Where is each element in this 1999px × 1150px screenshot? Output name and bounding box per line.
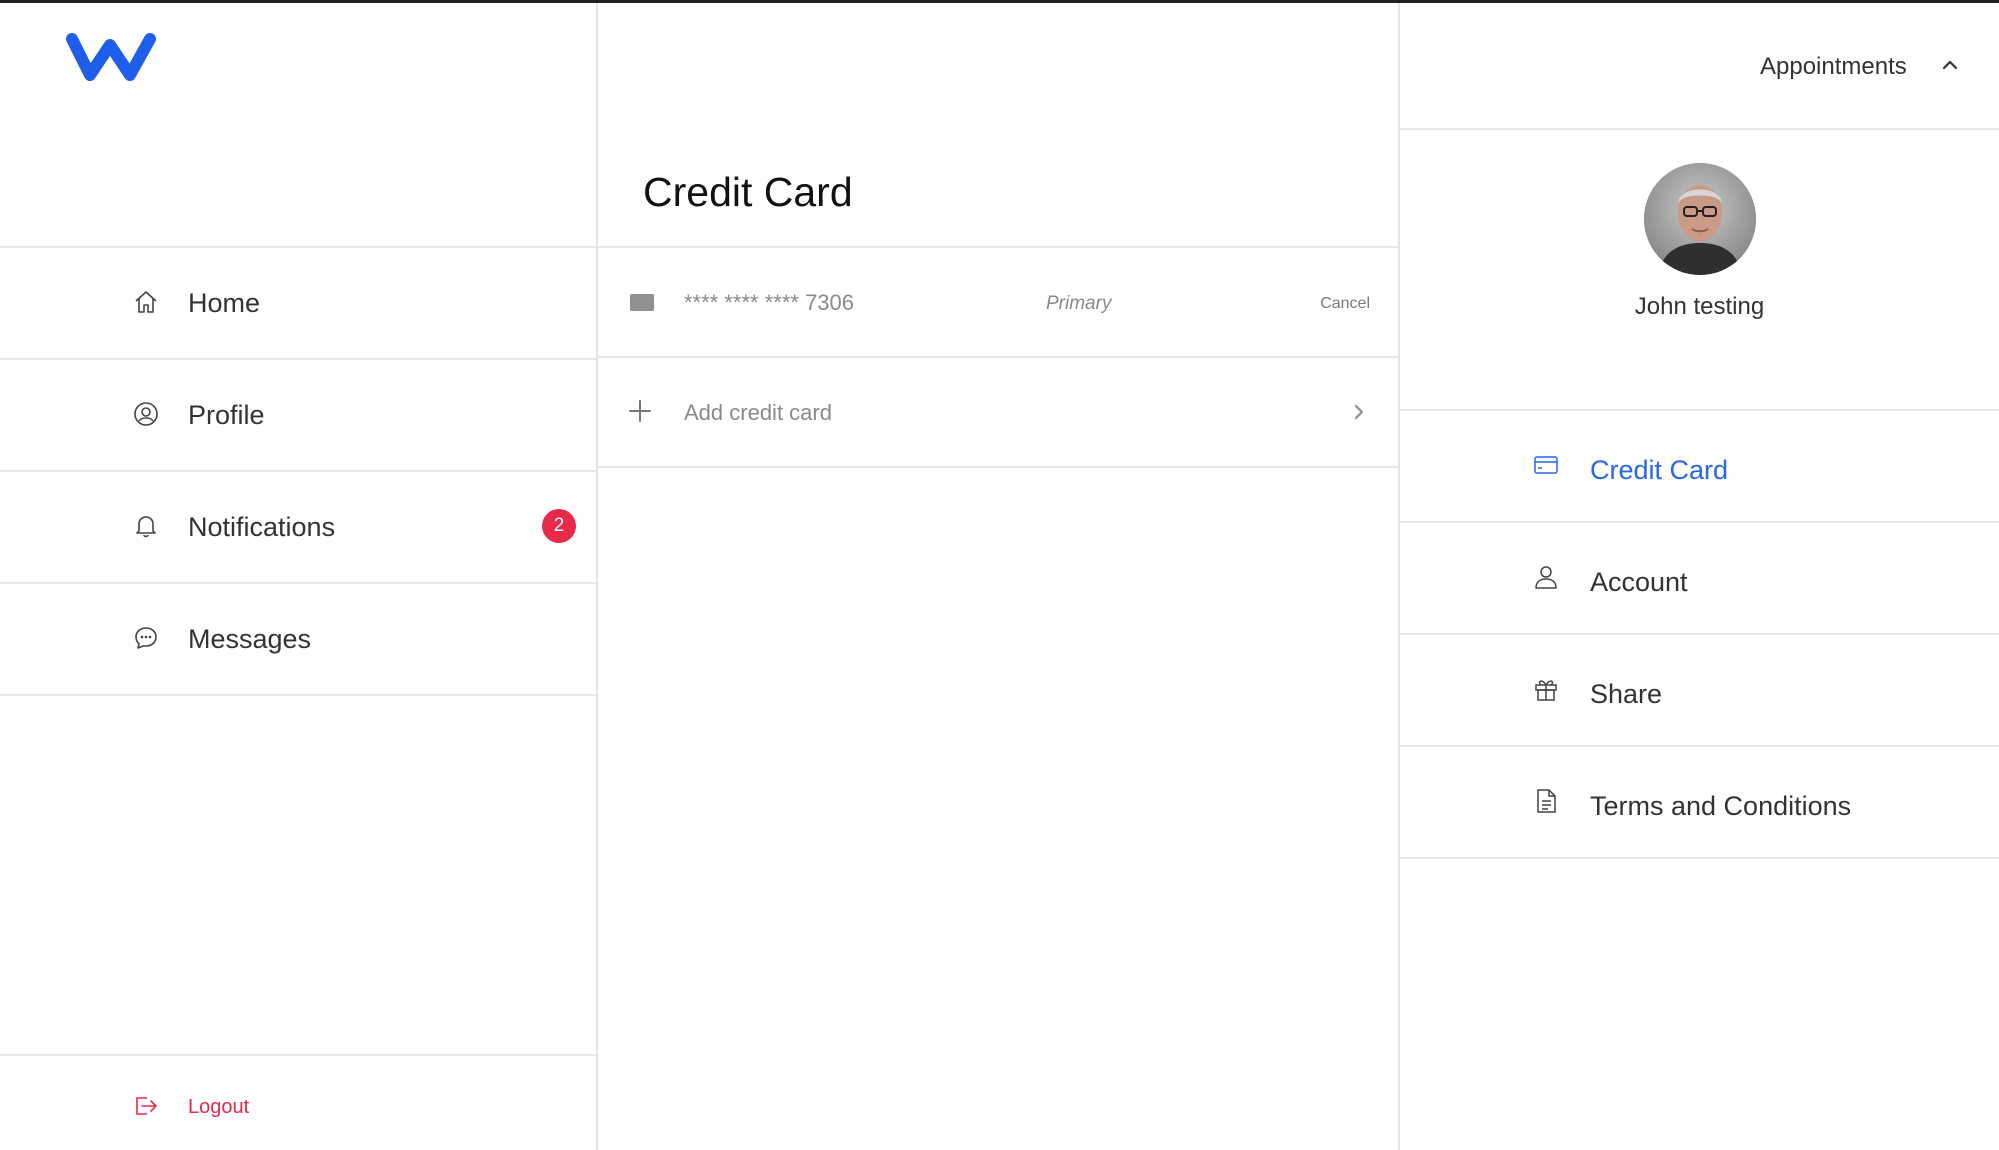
sidebar-item-notifications[interactable]: Notifications 2 (0, 472, 596, 584)
sidebar-item-label: Notifications (188, 512, 336, 542)
user-circle-icon (134, 402, 158, 426)
menu-item-share[interactable]: Share (1400, 635, 1999, 747)
plus-icon (629, 400, 651, 422)
chevron-up-icon (1942, 60, 1958, 70)
menu-item-account[interactable]: Account (1400, 523, 1999, 635)
avatar[interactable] (1644, 163, 1756, 275)
cancel-button[interactable]: Cancel (1320, 295, 1370, 313)
card-number: **** **** **** 7306 (684, 290, 855, 315)
logout-icon (136, 1097, 157, 1115)
avatar-photo-icon (1644, 163, 1756, 275)
notification-badge: 2 (542, 509, 576, 543)
sidebar-item-messages[interactable]: Messages (0, 584, 596, 696)
credit-card-icon (1534, 456, 1558, 474)
menu-item-credit-card[interactable]: Credit Card (1400, 411, 1999, 523)
logout-button[interactable]: Logout (0, 1054, 596, 1150)
appointments-label: Appointments (1760, 53, 1907, 80)
menu-item-label: Terms and Conditions (1590, 791, 1852, 821)
left-sidebar: Home Profile Notifications 2 Messages Lo… (0, 3, 598, 1150)
chat-bubble-icon (135, 627, 157, 649)
main-content: Credit Card **** **** **** 7306 Primary … (598, 3, 1400, 1150)
add-credit-card-label: Add credit card (684, 400, 832, 425)
sidebar-item-label: Profile (188, 400, 265, 430)
chevron-right-icon (1354, 404, 1364, 420)
profile-name: John testing (1634, 293, 1765, 320)
sidebar-item-home[interactable]: Home (0, 248, 596, 360)
profile-card: John testing (1400, 130, 1999, 411)
brand-w-logo[interactable] (66, 31, 156, 85)
document-icon (1537, 789, 1556, 813)
menu-item-terms[interactable]: Terms and Conditions (1400, 747, 1999, 859)
card-status: Primary (1046, 293, 1112, 314)
bell-icon (136, 516, 156, 538)
gift-icon (1535, 680, 1557, 701)
right-panel: Appointments John testing Credit Card Ac… (1400, 3, 1999, 1150)
page-header: Credit Card (598, 3, 1398, 248)
page-title: Credit Card (643, 169, 853, 215)
sidebar-item-label: Home (188, 288, 261, 318)
menu-item-label: Credit Card (1590, 455, 1729, 485)
card-icon (630, 294, 654, 311)
appointments-toggle[interactable]: Appointments (1400, 3, 1999, 130)
credit-card-row: **** **** **** 7306 Primary Cancel (598, 248, 1398, 358)
logo-area (0, 3, 596, 248)
menu-item-label: Account (1590, 567, 1688, 597)
add-credit-card-button[interactable]: Add credit card (598, 358, 1398, 468)
sidebar-item-profile[interactable]: Profile (0, 360, 596, 472)
person-icon (1535, 566, 1557, 589)
menu-item-label: Share (1590, 679, 1663, 709)
sidebar-item-label: Messages (188, 624, 312, 654)
home-icon (135, 291, 157, 313)
app-window: Home Profile Notifications 2 Messages Lo… (0, 0, 1999, 1150)
logout-label: Logout (188, 1096, 250, 1118)
